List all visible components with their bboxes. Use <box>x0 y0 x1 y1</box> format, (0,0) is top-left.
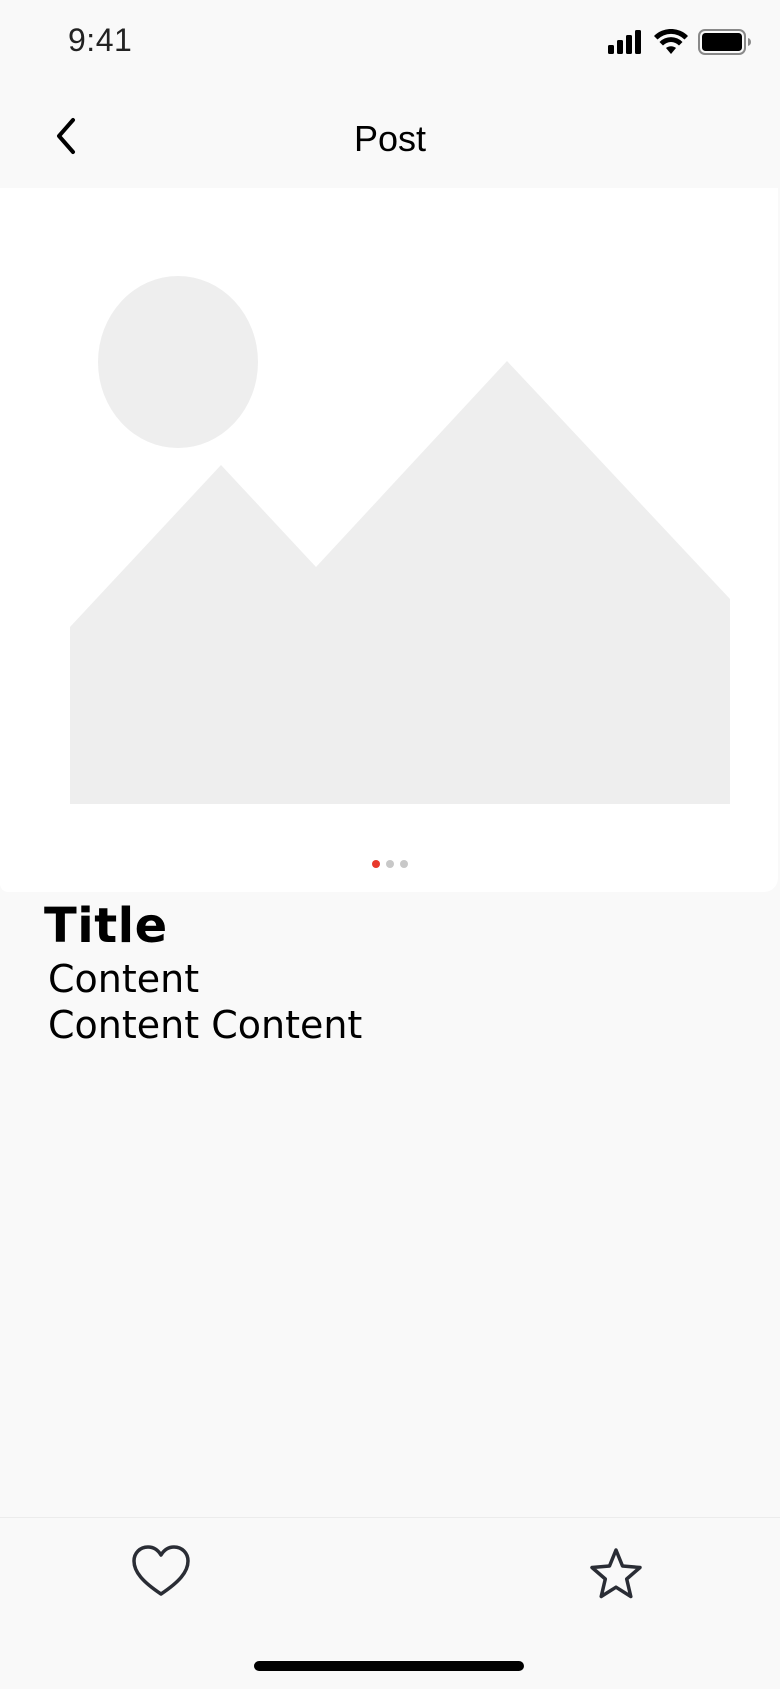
pager-dot-1[interactable] <box>372 860 380 868</box>
heart-icon <box>131 1544 191 1603</box>
content-line: Content Content <box>48 1003 363 1047</box>
wifi-icon <box>654 28 688 60</box>
status-time: 9:41 <box>68 22 133 58</box>
home-indicator <box>254 1661 524 1671</box>
page-title: Post <box>353 118 427 159</box>
battery-icon <box>698 28 752 60</box>
media-carousel[interactable] <box>0 188 778 892</box>
bottom-action-bar <box>0 1517 780 1689</box>
post-content: Content Content Content <box>48 956 362 1048</box>
image-placeholder-icon <box>0 188 778 897</box>
carousel-pager <box>0 860 780 868</box>
star-icon <box>588 1547 644 1606</box>
post-title: Title <box>44 898 168 954</box>
nav-bar: Post <box>0 88 780 188</box>
pager-dot-2[interactable] <box>386 860 394 868</box>
pager-dot-3[interactable] <box>400 860 408 868</box>
cellular-signal-icon <box>608 29 644 59</box>
status-icons <box>608 28 752 60</box>
like-button[interactable] <box>126 1538 196 1608</box>
favorite-button[interactable] <box>580 1540 652 1612</box>
status-bar: 9:41 <box>0 0 780 88</box>
content-line: Content <box>48 957 200 1001</box>
